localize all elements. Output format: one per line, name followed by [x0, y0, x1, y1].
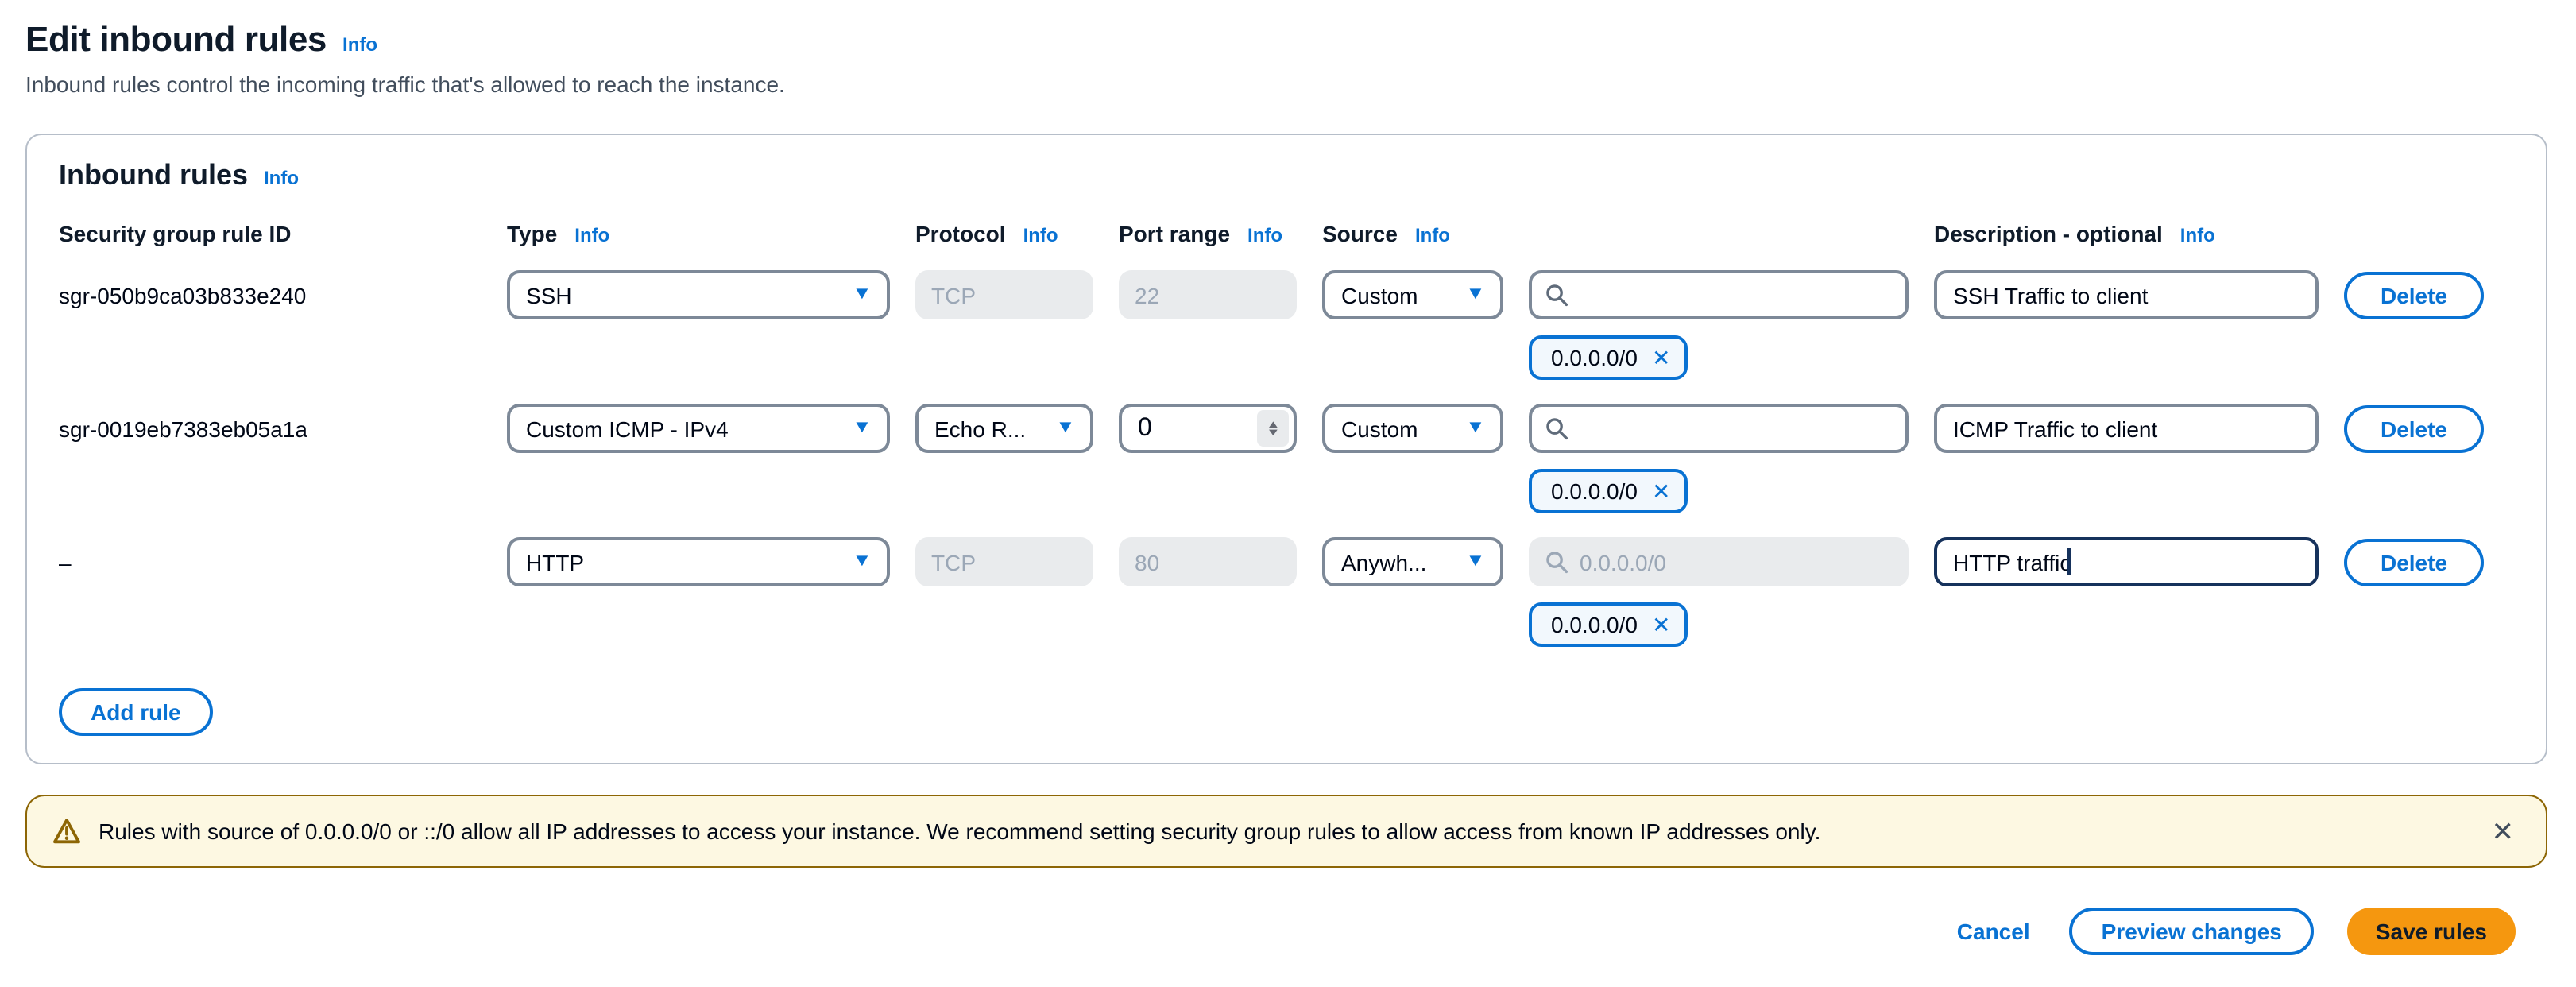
source-search-field[interactable] [1580, 416, 1893, 441]
protocol-readonly: TCP [915, 270, 1093, 319]
search-icon [1545, 283, 1568, 307]
source-chip-row: 0.0.0.0/0 ✕ [1529, 469, 2514, 513]
chevron-down-icon: ▼ [1466, 420, 1486, 437]
type-info-link[interactable]: Info [574, 224, 609, 246]
chevron-down-icon: ▼ [1056, 420, 1076, 437]
delete-button[interactable]: Delete [2344, 404, 2484, 452]
source-search-field[interactable] [1580, 282, 1893, 308]
port-range-info-link[interactable]: Info [1247, 224, 1282, 246]
chevron-down-icon: ▼ [853, 553, 872, 571]
cidr-chip: 0.0.0.0/0 ✕ [1529, 602, 1688, 647]
source-search-field [1580, 549, 1893, 575]
port-range-stepper[interactable]: 0 ▲ ▼ [1119, 404, 1297, 453]
column-header-row: Security group rule ID TypeInfo Protocol… [59, 221, 2514, 246]
delete-button[interactable]: Delete [2344, 271, 2484, 319]
stepper-buttons[interactable]: ▲ ▼ [1257, 410, 1289, 447]
rule-id-text: sgr-050b9ca03b833e240 [59, 282, 482, 308]
col-source: SourceInfo [1322, 221, 1909, 246]
chevron-down-icon: ▼ [853, 420, 872, 437]
search-icon [1545, 550, 1568, 574]
warning-text: Rules with source of 0.0.0.0/0 or ::/0 a… [99, 819, 2468, 844]
edit-inbound-rules-page: Edit inbound rules Info Inbound rules co… [0, 0, 2576, 987]
preview-changes-button[interactable]: Preview changes [2070, 908, 2314, 955]
col-rule-id: Security group rule ID [59, 221, 482, 246]
chevron-down-icon: ▼ [1466, 286, 1486, 304]
close-icon[interactable]: ✕ [2485, 815, 2521, 848]
rule-id-text: sgr-0019eb7383eb05a1a [59, 416, 482, 441]
cidr-chip: 0.0.0.0/0 ✕ [1529, 469, 1688, 513]
text-cursor [2067, 548, 2070, 575]
stepper-down-icon[interactable]: ▼ [1266, 428, 1280, 436]
chip-close-icon[interactable]: ✕ [1652, 480, 1670, 502]
add-rule-button[interactable]: Add rule [59, 688, 213, 736]
col-type: TypeInfo [507, 221, 890, 246]
source-info-link[interactable]: Info [1415, 224, 1450, 246]
source-mode-select[interactable]: Custom ▼ [1322, 404, 1503, 453]
port-range-readonly: 80 [1119, 537, 1297, 586]
warning-banner: Rules with source of 0.0.0.0/0 or ::/0 a… [25, 795, 2547, 868]
description-info-link[interactable]: Info [2180, 224, 2215, 246]
delete-button[interactable]: Delete [2344, 538, 2484, 586]
description-input[interactable] [1934, 270, 2319, 319]
chip-close-icon[interactable]: ✕ [1652, 346, 1670, 369]
rule-row-icmp: sgr-0019eb7383eb05a1a Custom ICMP - IPv4… [59, 404, 2514, 453]
footer-actions: Cancel Preview changes Save rules [1951, 908, 2516, 955]
page-header: Edit inbound rules Info Inbound rules co… [0, 0, 2576, 97]
page-title: Edit inbound rules [25, 19, 327, 60]
col-protocol: ProtocolInfo [915, 221, 1093, 246]
page-title-info-link[interactable]: Info [342, 33, 377, 56]
panel-title-info-link[interactable]: Info [264, 167, 299, 189]
source-search-input[interactable] [1529, 270, 1909, 319]
inbound-rules-panel: Inbound rules Info Security group rule I… [25, 134, 2547, 764]
source-search-input-disabled [1529, 537, 1909, 586]
type-select[interactable]: HTTP ▼ [507, 537, 890, 586]
rule-row-http: – HTTP ▼ TCP 80 Anywh... ▼ Delete [59, 537, 2514, 586]
cancel-button[interactable]: Cancel [1951, 908, 2036, 955]
panel-title: Inbound rules [59, 159, 248, 192]
source-search-input[interactable] [1529, 404, 1909, 453]
col-port-range: Port rangeInfo [1119, 221, 1297, 246]
rule-row-ssh: sgr-050b9ca03b833e240 SSH ▼ TCP 22 Custo… [59, 270, 2514, 319]
description-input-wrap [1934, 537, 2319, 586]
protocol-select[interactable]: Echo R... ▼ [915, 404, 1093, 453]
rule-id-text: – [59, 549, 482, 575]
description-input[interactable] [1934, 404, 2319, 453]
chip-close-icon[interactable]: ✕ [1652, 613, 1670, 636]
save-rules-button[interactable]: Save rules [2347, 908, 2516, 955]
source-mode-select[interactable]: Custom ▼ [1322, 270, 1503, 319]
description-input-focused[interactable] [1934, 537, 2319, 586]
source-chip-row: 0.0.0.0/0 ✕ [1529, 335, 2514, 380]
protocol-readonly: TCP [915, 537, 1093, 586]
source-chip-row: 0.0.0.0/0 ✕ [1529, 602, 2514, 647]
cidr-chip: 0.0.0.0/0 ✕ [1529, 335, 1688, 380]
type-select[interactable]: Custom ICMP - IPv4 ▼ [507, 404, 890, 453]
col-description: Description - optionalInfo [1934, 221, 2319, 246]
chevron-down-icon: ▼ [1466, 553, 1486, 571]
search-icon [1545, 416, 1568, 440]
protocol-info-link[interactable]: Info [1023, 224, 1058, 246]
type-select[interactable]: SSH ▼ [507, 270, 890, 319]
port-range-readonly: 22 [1119, 270, 1297, 319]
source-mode-select[interactable]: Anywh... ▼ [1322, 537, 1503, 586]
page-subtitle: Inbound rules control the incoming traff… [25, 72, 2551, 97]
chevron-down-icon: ▼ [853, 286, 872, 304]
warning-icon [52, 817, 81, 846]
